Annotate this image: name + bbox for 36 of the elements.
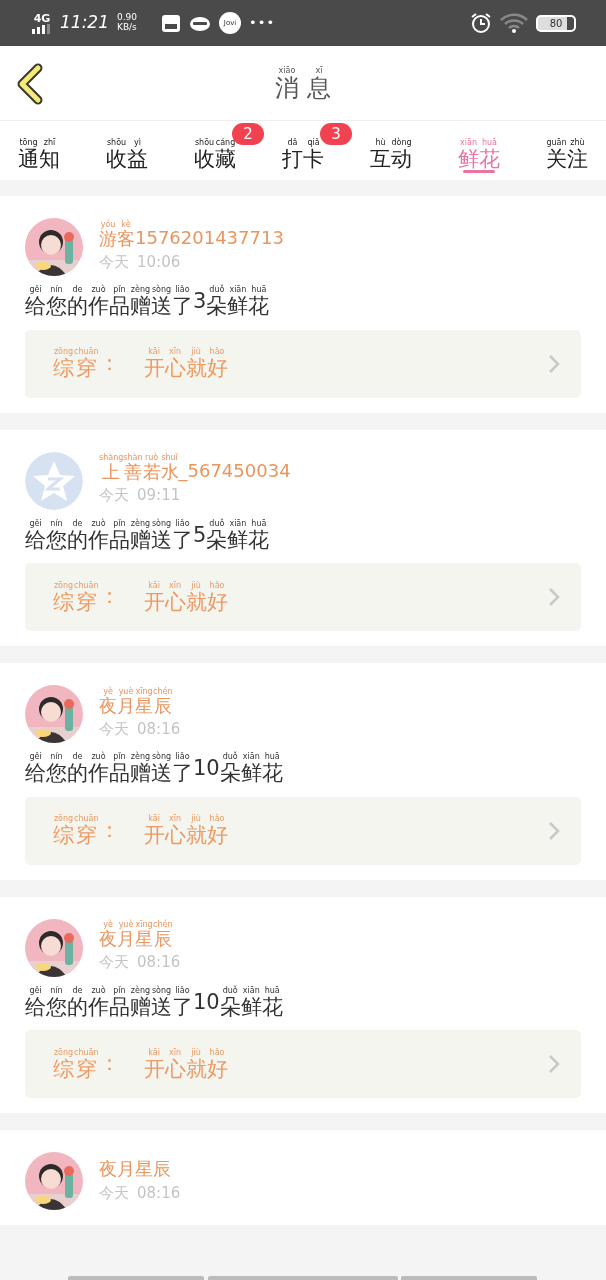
user-name: yóu 游 kè 客1576201437713 [99, 220, 284, 249]
signal-icon [32, 23, 52, 34]
network-label: 4G [33, 12, 51, 24]
user-name: 夜月星辰 [99, 1157, 172, 1180]
message-time: 08:16 [137, 952, 181, 974]
message-date: 今天 [99, 1182, 129, 1204]
user-name: yè 夜 yuè 月 xīng 星 chén 辰 [99, 921, 174, 950]
network-speed: 0.90 [117, 13, 138, 23]
message-date: 今天 [99, 952, 129, 974]
user-name: shàng 上 shàn 善 ruò 若 shuǐ 水_567450034 [99, 454, 291, 483]
chevron-icon [547, 1053, 561, 1075]
tab[interactable]: shōu 收 yì 益 [102, 134, 152, 180]
chevron-icon [547, 819, 561, 842]
avatar-icon [25, 451, 83, 510]
message-time: 08:16 [137, 718, 181, 740]
speed-unit: KB/s [117, 23, 138, 33]
tab[interactable]: tōng 通 zhī 知 [14, 134, 64, 180]
message-time: 08:16 [137, 1182, 181, 1204]
tab[interactable]: hù 互 dòng 动 [366, 134, 416, 180]
chevron-icon [547, 352, 561, 375]
more-indicator: ••• [249, 14, 276, 33]
alarm-icon [470, 12, 492, 34]
status-time: 11:21 [60, 11, 109, 35]
user-name: yè 夜 yuè 月 xīng 星 chén 辰 [99, 687, 174, 716]
page-title: xiāo 消 xī 息 [274, 65, 332, 101]
message-time: 09:11 [137, 485, 181, 507]
battery-indicator: 80 [536, 14, 576, 32]
message-time: 10:06 [137, 251, 181, 273]
wifi-icon [500, 13, 528, 33]
chevron-icon [547, 586, 561, 608]
bag-icon [161, 13, 182, 33]
message-date: 今天 [99, 485, 129, 507]
message-date: 今天 [99, 718, 129, 740]
count-badge: 3 [320, 122, 352, 145]
tab[interactable]: guān 关 zhù 注 [542, 134, 592, 180]
message-date: 今天 [99, 251, 129, 273]
